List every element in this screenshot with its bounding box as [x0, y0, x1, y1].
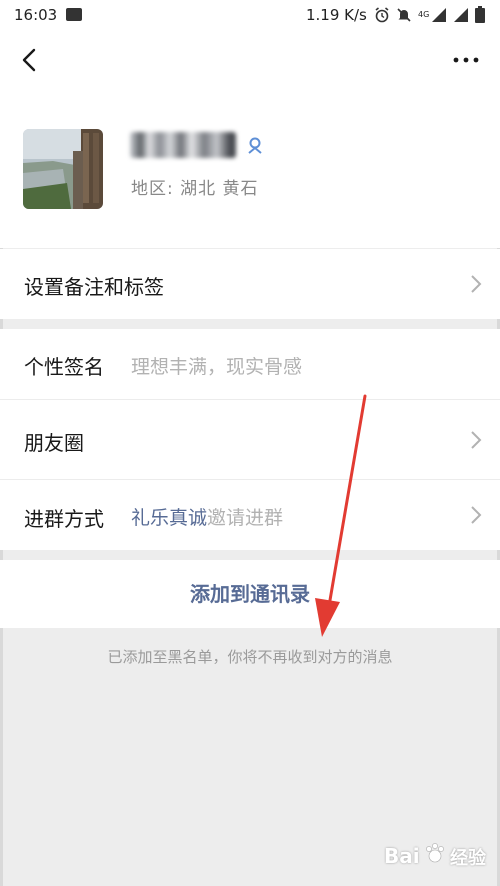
signature-row: 个性签名 理想丰满，现实骨感	[0, 329, 500, 399]
join-method: 邀请进群	[207, 507, 284, 529]
join-group-row[interactable]: 进群方式 礼乐真诚邀请进群	[0, 480, 500, 550]
signature-label: 个性签名	[24, 355, 104, 379]
add-to-contacts-button[interactable]: 添加到通讯录	[0, 560, 500, 628]
avatar[interactable]	[23, 129, 103, 209]
status-bar: 16:03 1.19 K/s 4G	[0, 0, 500, 32]
signature-value: 理想丰满，现实骨感	[131, 356, 303, 378]
network-speed: 1.19 K/s	[306, 6, 367, 24]
profile-section: 地区: 湖北 黄石	[0, 88, 500, 248]
baidu-watermark: Bai 经验	[382, 836, 500, 886]
paw-icon	[426, 843, 444, 863]
moments-row[interactable]: 朋友圈	[0, 400, 500, 479]
region-label: 地区: 湖北 黄石	[131, 179, 259, 199]
join-group-value: 礼乐真诚邀请进群	[131, 503, 283, 530]
watermark-text: Bai	[384, 844, 420, 868]
moments-label: 朋友圈	[24, 431, 84, 455]
blacklist-note: 已添加至黑名单，你将不再收到对方的消息	[107, 648, 393, 666]
signal-icon	[454, 7, 469, 22]
inviter-name[interactable]: 礼乐真诚	[131, 507, 207, 529]
status-time: 16:03	[14, 6, 58, 24]
mute-icon	[397, 7, 411, 22]
nickname-blurred	[130, 132, 236, 158]
chevron-right-icon	[471, 506, 482, 524]
chevron-left-icon[interactable]	[18, 46, 42, 74]
remark-tags-label: 设置备注和标签	[24, 275, 164, 299]
signal-icon	[432, 7, 447, 22]
chevron-right-icon	[471, 275, 482, 293]
remark-tags-row[interactable]: 设置备注和标签	[0, 249, 500, 319]
chevron-right-icon	[471, 431, 482, 449]
join-group-label: 进群方式	[24, 507, 104, 531]
network-type-label: 4G	[418, 10, 430, 19]
gender-icon	[248, 137, 262, 154]
watermark-suffix: 经验	[450, 848, 486, 869]
image-icon	[66, 8, 82, 21]
alarm-icon	[375, 6, 389, 22]
header-bar	[0, 32, 500, 88]
battery-icon	[475, 6, 486, 23]
more-dots-icon[interactable]	[452, 52, 480, 68]
status-icons: 4G	[374, 6, 486, 23]
